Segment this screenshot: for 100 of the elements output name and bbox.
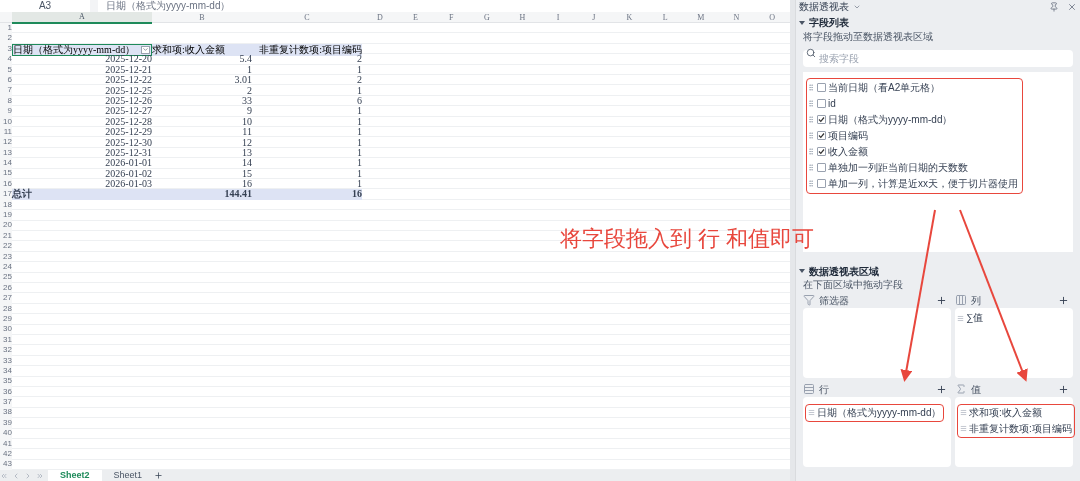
checkbox[interactable] [817,147,826,156]
sigma-icon [955,383,967,395]
table-cell-text: 1 [356,116,362,127]
dropdown-button[interactable] [141,45,150,54]
row-number: 29 [0,313,12,325]
table-cell-text: 15 [241,168,252,179]
row-number: 42 [0,449,12,460]
checkbox[interactable] [817,115,826,124]
row-number: 39 [0,417,12,429]
row-number: 26 [0,282,12,294]
filter-icon [803,294,815,306]
field-label[interactable]: 日期（格式为yyyy-mm-dd） [828,113,953,126]
expand-triangle-icon[interactable] [799,19,805,26]
expand-triangle-icon[interactable] [799,268,805,274]
area-title: 筛选器 [819,293,850,308]
name-box[interactable]: A3 [0,0,90,12]
formula-field[interactable]: 日期（格式为yyyy-mm-dd） [98,0,790,12]
drop-area[interactable]: ∑值 [955,308,1073,378]
table-cell-text: 1 [356,168,362,179]
section-title[interactable]: 数据透视表区域 [809,263,879,279]
drag-handle-icon[interactable] [960,409,967,416]
checkbox[interactable] [817,83,826,92]
row-number: 32 [0,345,12,356]
drag-handle-icon[interactable] [960,425,967,432]
area-field-item[interactable]: ∑值 [966,312,984,324]
first-sheet-icon[interactable] [0,471,8,480]
column-header[interactable]: G [469,12,505,24]
field-label[interactable]: 单加一列，计算是近xx天，便于切片器使用 [828,177,1018,190]
field-label[interactable]: id [828,97,836,110]
column-header[interactable]: M [683,12,719,24]
checkbox[interactable] [817,99,826,108]
column-header[interactable]: E [397,12,434,24]
drag-handle-icon[interactable] [807,163,815,172]
drag-handle-icon[interactable] [807,83,815,92]
row-number: 9 [0,106,12,117]
previous-sheet-icon[interactable] [12,471,20,480]
row-number: 6 [0,74,12,86]
area-field-item[interactable]: 日期（格式为yyyy-mm-dd） [817,406,942,419]
pin-icon[interactable] [1049,1,1059,12]
column-header[interactable]: L [647,12,683,24]
drag-handle-icon[interactable] [807,147,815,156]
add-icon[interactable] [1058,294,1069,306]
sheet-tab[interactable]: Sheet2 [48,470,102,481]
search-field[interactable]: 搜索字段 [803,50,1073,67]
add-icon[interactable] [936,383,947,395]
last-sheet-icon[interactable] [36,471,44,480]
column-header[interactable]: J [576,12,612,24]
table-cell-text: 日期（格式为yyyy-mm-dd） [13,44,136,55]
drag-handle-icon[interactable] [808,409,815,416]
row-number: 5 [0,64,12,75]
drag-handle-icon[interactable] [807,179,815,188]
drop-area[interactable]: 日期（格式为yyyy-mm-dd） [803,397,951,467]
checkbox[interactable] [817,131,826,140]
area-title: 列 [971,293,982,308]
row-number: 4 [0,54,12,65]
column-header[interactable]: C [252,12,362,24]
add-sheet-icon[interactable] [154,471,164,480]
field-label[interactable]: 收入金额 [828,145,868,158]
row-number: 30 [0,324,12,335]
add-icon[interactable] [1058,383,1069,395]
row-number: 18 [0,199,12,211]
caret-icon [142,46,149,54]
column-header[interactable]: F [433,12,469,24]
table-cell-text: 2025-12-22 [104,74,152,86]
table-cell-text: 1 [246,64,252,75]
row-number: 11 [0,126,12,138]
column-header[interactable]: A [12,12,152,24]
drop-area[interactable]: 求和项:收入金额 非重复计数项:项目编码 [955,397,1073,467]
search-icon [806,48,816,58]
drag-handle-icon[interactable] [957,314,964,322]
column-header[interactable]: D [362,12,398,24]
table-cell-text: 2025-12-29 [104,126,152,138]
checkbox[interactable] [817,163,826,172]
area-title: 值 [971,382,982,397]
field-label[interactable]: 单独加一列距当前日期的天数数 [828,161,968,174]
column-header[interactable]: O [754,12,790,24]
column-header[interactable]: I [540,12,576,24]
table-cell-text: 2 [356,74,362,86]
field-label[interactable]: 当前日期（看A2单元格） [828,81,941,94]
column-header[interactable]: K [611,12,648,24]
row-number: 15 [0,168,12,179]
next-sheet-icon[interactable] [24,471,32,480]
drag-handle-icon[interactable] [807,115,815,124]
section-title[interactable]: 字段列表 [809,15,849,30]
column-header[interactable]: B [152,12,252,24]
drag-handle-icon[interactable] [807,131,815,140]
table-cell-text: 2025-12-20 [105,54,152,65]
checkbox[interactable] [817,179,826,188]
close-icon[interactable] [1067,1,1077,12]
add-icon[interactable] [936,294,947,306]
area-field-item[interactable]: 非重复计数项:项目编码 [969,422,1072,435]
table-cell-text: 2026-01-01 [104,158,152,169]
area-field-item[interactable]: 求和项:收入金额 [969,406,1042,419]
field-label[interactable]: 项目编码 [828,129,868,142]
drag-handle-icon[interactable] [807,99,815,108]
column-header[interactable]: N [718,12,755,24]
row-number: 20 [0,220,12,231]
column-header[interactable]: H [504,12,541,24]
sheet-tab[interactable]: Sheet1 [105,470,151,481]
row-number: 40 [0,428,12,439]
